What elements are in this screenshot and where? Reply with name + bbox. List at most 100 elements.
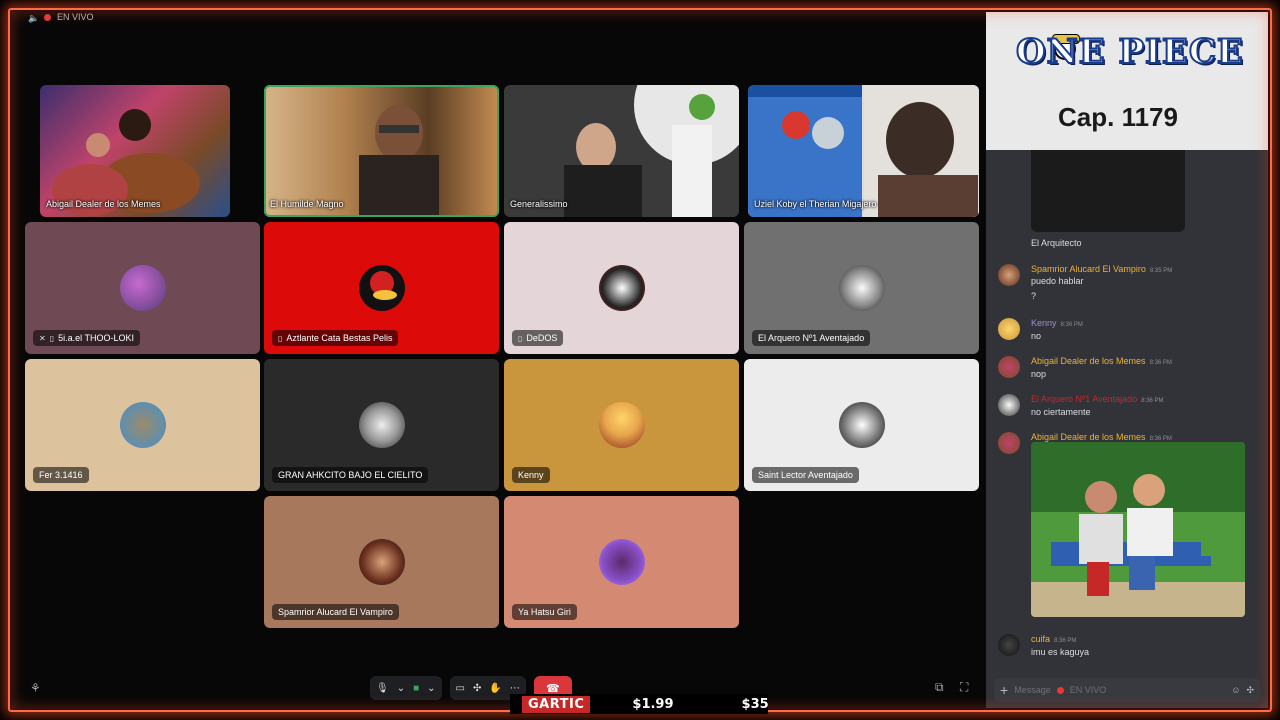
ticker-price-1: $1.99 [632, 696, 674, 712]
message-header: cuifa 8:36 PM [1031, 634, 1076, 644]
mic-off-icon: ✕ [39, 333, 46, 343]
message-text: no [1031, 331, 1042, 341]
composer-live-label: EN VIVO [1069, 685, 1107, 695]
video-thumbnail [564, 85, 739, 217]
avatar [119, 265, 166, 311]
video-thumbnail [359, 105, 439, 217]
message-author[interactable]: El Arquero Nº1 Aventajado [1031, 394, 1137, 404]
message-header: Abigail Dealer de los Memes 8:36 PM [1031, 356, 1172, 366]
phone-icon: ▯ [49, 333, 55, 343]
participant-tile[interactable]: Saint Lector Aventajado [744, 359, 979, 491]
one-piece-logo: ONE PIECE Cap. 1179 [986, 12, 1268, 150]
video-tile-name: El Humilde Magno [270, 199, 344, 209]
popout-icon[interactable]: ⧉ [935, 680, 944, 695]
meme-image[interactable] [1031, 442, 1245, 617]
participant-tile[interactable]: Kenny [504, 359, 739, 491]
screen-share-icon[interactable]: ▭ [456, 683, 465, 694]
message-author[interactable]: Abigail Dealer de los Memes [1031, 432, 1146, 442]
video-thumbnail [52, 109, 200, 216]
avatar[interactable] [998, 264, 1020, 286]
participant-tile[interactable]: El Arquero Nº1 Aventajado [744, 222, 979, 354]
apps-icon[interactable]: ✣ [1246, 685, 1254, 696]
message-time: 8:36 PM [1054, 638, 1077, 644]
video-thumbnail [748, 85, 979, 217]
phone-icon: ▯ [518, 333, 523, 343]
participant-tile[interactable]: Spamrior Alucard El Vampiro [264, 496, 499, 628]
participant-label: Saint Lector Aventajado [752, 467, 859, 483]
chat-message: cuifa 8:36 PM imu es kaguya [998, 634, 1258, 664]
message-time: 8:35 PM [1149, 268, 1173, 274]
participant-label: Spamrior Alucard El Vampiro [272, 604, 399, 620]
message-text: no ciertamente [1031, 407, 1091, 417]
preview-caption: El Arquitecto [1031, 238, 1082, 248]
message-text: imu es kaguya [1031, 647, 1090, 657]
mic-group[interactable]: 🎙 ⌄ ■ ⌄ [370, 676, 442, 700]
video-tile-4[interactable]: Uziel Koby el Therian Migajero [748, 85, 979, 217]
microphone-icon[interactable]: 🎙 [376, 683, 389, 694]
video-tile-name: Uziel Koby el Therian Migajero [754, 199, 877, 209]
message-author[interactable]: cuifa [1031, 634, 1050, 644]
activities-icon[interactable]: ✣ [473, 683, 481, 694]
message-time: 8:36 PM [1149, 360, 1172, 366]
avatar[interactable] [998, 318, 1020, 340]
avatar [358, 539, 405, 585]
more-icon[interactable]: ⋯ [510, 683, 520, 694]
message-author[interactable]: Spamrior Alucard El Vampiro [1031, 264, 1146, 274]
emoji-icon[interactable]: ☺ [1231, 685, 1240, 695]
price-ticker: GARTIC $1.99 $35 [510, 694, 769, 714]
raise-hand-icon[interactable]: ✋ [489, 683, 501, 694]
message-author[interactable]: Kenny [1031, 318, 1057, 328]
message-time: 8:36 PM [1060, 322, 1083, 328]
avatar[interactable] [998, 356, 1020, 378]
chat-message: Spamrior Alucard El Vampiro 8:35 PM puedo… [998, 264, 1258, 304]
chapter-label: Cap. 1179 [1058, 102, 1178, 132]
video-tile-3[interactable]: Generalissimo [504, 85, 739, 217]
avatar [358, 402, 405, 448]
participant-tile[interactable]: Ya Hatsu Giri [504, 496, 739, 628]
avatar [838, 265, 885, 311]
video-tile-name: Abigail Dealer de los Memes [46, 199, 161, 209]
message-author[interactable]: Abigail Dealer de los Memes [1031, 356, 1146, 366]
video-tile-name: Generalissimo [510, 199, 568, 209]
activity-icon[interactable]: ⚘ [30, 681, 41, 695]
camera-icon[interactable]: ■ [413, 683, 419, 694]
message-text: nop [1031, 369, 1047, 379]
avatar [598, 402, 645, 448]
meme-illustration [1031, 442, 1245, 617]
live-indicator-icon [44, 13, 51, 21]
video-tile-2[interactable]: El Humilde Magno [264, 85, 499, 217]
ticker-game: GARTIC [522, 695, 591, 713]
avatar[interactable] [998, 432, 1020, 454]
video-tile-1[interactable]: Abigail Dealer de los Memes [40, 85, 230, 217]
chat-message: Kenny 8:36 PM no [998, 318, 1258, 348]
participant-label: Fer 3.1416 [33, 467, 89, 483]
message-text: ? [1031, 291, 1037, 301]
avatar [598, 265, 645, 311]
participant-tile[interactable]: Fer 3.1416 [25, 359, 260, 491]
avatar[interactable] [998, 394, 1020, 416]
chevron-down-icon[interactable]: ⌄ [397, 683, 405, 694]
topbar: 🔈 EN VIVO [28, 12, 94, 23]
composer-placeholder: Message [1014, 685, 1051, 695]
chevron-down-icon[interactable]: ⌄ [427, 683, 435, 694]
message-header: Kenny 8:36 PM [1031, 318, 1083, 328]
speaker-icon[interactable]: 🔈 [28, 13, 39, 23]
chat-panel: ONE PIECE Cap. 1179 El Arquitecto Spamri… [986, 12, 1268, 708]
chat-message: Abigail Dealer de los Memes 8:36 PM nop [998, 356, 1258, 386]
embedded-video-preview[interactable] [1031, 150, 1185, 232]
add-attachment-icon[interactable]: + [1000, 682, 1008, 698]
avatar[interactable] [998, 634, 1020, 656]
message-time: 8:36 PM [1141, 398, 1164, 404]
ticker-price-2: $35 [741, 696, 769, 712]
message-composer[interactable]: + Message EN VIVO ☺ ✣ [994, 678, 1260, 702]
message-header: Spamrior Alucard El Vampiro 8:35 PM [1031, 264, 1172, 274]
participant-label: ▯ DeDOS [512, 330, 564, 346]
avatar [119, 402, 166, 448]
fullscreen-icon[interactable]: ⛶ [960, 680, 968, 695]
participant-label: Kenny [512, 467, 550, 483]
participant-tile[interactable]: GRAN AHKCITO BAJO EL CIELITO [264, 359, 499, 491]
participant-tile[interactable]: ✕ ▯ 5i.a.el THOO-LOKI [25, 222, 260, 354]
participant-label: GRAN AHKCITO BAJO EL CIELITO [272, 467, 429, 483]
participant-tile[interactable]: ▯ Aztlante Cata Bestas Pelis [264, 222, 499, 354]
participant-tile[interactable]: ▯ DeDOS [504, 222, 739, 354]
